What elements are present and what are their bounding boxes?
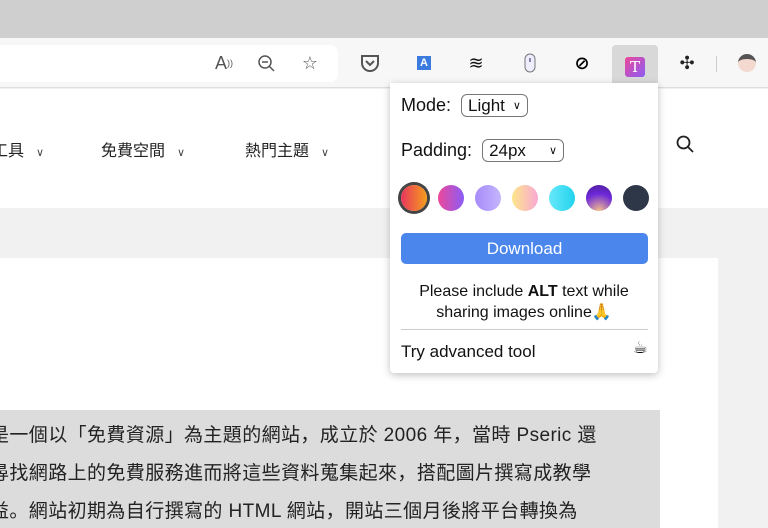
nav-item-hot-topics[interactable]: 熱門主題 ∨ [245,137,329,161]
chevron-down-icon: ∨ [36,147,45,159]
extensions-icon[interactable]: ✣ [674,50,700,76]
zoom-out-icon[interactable] [253,50,279,76]
extension-popup: Mode: Light ∨ Padding: 24px ∨ Download Ple… [390,83,658,373]
note-text: text while [557,283,629,300]
nav-item-free-hosting[interactable]: 免費空間 ∨ [101,137,185,161]
address-bar[interactable] [0,45,338,82]
nav-label: 工具 [0,143,25,160]
profile-avatar[interactable] [734,50,760,76]
note-bold: ALT [527,283,558,300]
paragraph-line: 尋找網路上的免費服務進而將這些資料蒐集起來，搭配圖片撰寫成教學 [0,463,592,484]
swatch-peach-pink[interactable] [512,185,538,211]
nav-label: 熱門主題 [245,143,310,160]
mode-select[interactable]: Light ∨ [461,94,528,117]
toolbar-divider [716,56,717,72]
chevron-down-icon: ∨ [512,100,521,112]
alt-text-note: Please include ALT text while sharing im… [390,281,658,323]
nav-label: 免費空間 [101,143,166,160]
swatch-slate[interactable] [623,185,649,211]
chevron-down-icon: ∨ [177,147,186,159]
search-icon[interactable] [676,135,694,158]
add-favorite-icon[interactable]: ☆ [297,50,323,76]
nav-item-tools[interactable]: 工具 ∨ [0,137,44,161]
layers-icon[interactable]: ≋ [463,50,489,76]
read-aloud-icon[interactable]: A)) [211,50,237,76]
coffee-icon[interactable]: ☕ [633,338,648,358]
advanced-tool-link[interactable]: Try advanced tool [401,342,536,362]
swatch-indigo-glow[interactable] [586,185,612,211]
mode-label: Mode: [401,95,452,115]
browser-toolbar: A)) ☆ A ≋ ⊘ T ✣ [0,38,768,88]
chevron-down-icon: ∨ [549,145,558,157]
mouse-icon[interactable] [517,50,543,76]
text-t-icon[interactable]: T [612,45,658,88]
tab-strip [0,0,768,38]
swatch-lavender[interactable] [475,185,501,211]
note-text: Please include [419,283,528,300]
download-button[interactable]: Download [401,233,648,264]
paragraph-line: 是一個以「免費資源」為主題的網站，成立於 2006 年，當時 Pseric 還 [0,425,597,446]
divider [401,329,648,330]
block-icon[interactable]: ⊘ [569,50,595,76]
padding-label: Padding: [401,140,473,160]
selected-text: 是一個以「免費資源」為主題的網站，成立於 2006 年，當時 Pseric 還 … [0,410,660,528]
translate-icon[interactable]: A [411,50,437,76]
swatch-cyan[interactable] [549,185,575,211]
note-text: sharing images online🙏 [436,304,612,321]
padding-select[interactable]: 24px ∨ [482,139,565,162]
chevron-down-icon: ∨ [321,147,330,159]
mode-value: Light [468,95,505,115]
swatch-red-orange[interactable] [401,185,427,211]
swatch-pink-purple[interactable] [438,185,464,211]
pocket-icon[interactable] [357,50,383,76]
padding-value: 24px [489,140,526,160]
paragraph-line: 益。網站初期為自行撰寫的 HTML 網站，開站三個月後將平台轉換為 [0,501,578,522]
